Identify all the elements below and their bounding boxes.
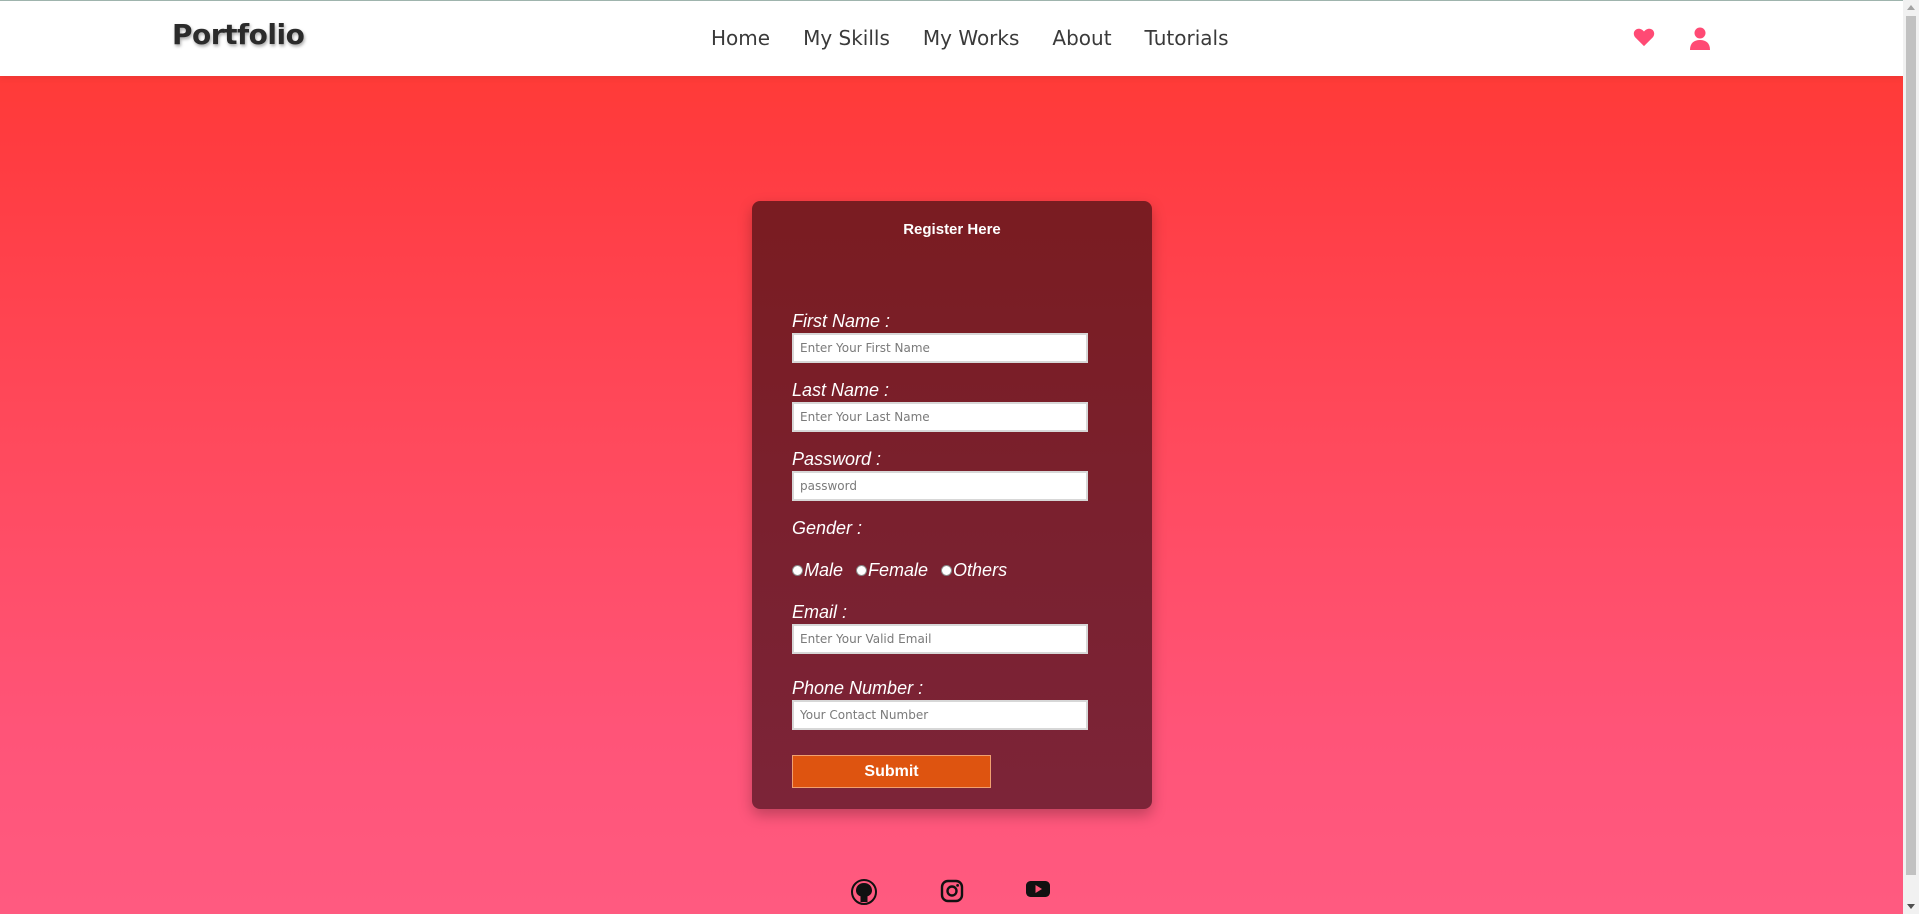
youtube-icon[interactable] (1025, 879, 1051, 904)
instagram-icon[interactable] (940, 879, 964, 908)
gender-radio-male[interactable]: Male (792, 560, 843, 581)
email-input[interactable] (792, 624, 1088, 654)
scroll-down-arrow-icon[interactable] (1907, 904, 1915, 909)
phone-input[interactable] (792, 700, 1088, 730)
last-name-label: Last Name : (792, 380, 890, 400)
gender-option-label: Female (868, 560, 929, 580)
password-input[interactable] (792, 471, 1088, 501)
phone-label: Phone Number : (792, 678, 924, 698)
radio-circle-icon[interactable] (792, 565, 803, 576)
gender-radio-female[interactable]: Female (856, 560, 928, 581)
first-name-input[interactable] (792, 333, 1088, 363)
site-logo[interactable]: Portfolio (172, 18, 305, 51)
navbar: Portfolio Home My Skills My Works About … (0, 0, 1903, 76)
first-name-label: First Name : (792, 311, 891, 331)
gender-option-label: Others (953, 560, 1008, 580)
last-name-input[interactable] (792, 402, 1088, 432)
github-icon[interactable] (851, 879, 877, 910)
gender-options: Male Female Others (792, 560, 1020, 581)
register-card: Register Here First Name : Last Name : P… (752, 201, 1152, 809)
nav-link-my-skills[interactable]: My Skills (803, 26, 890, 50)
heart-icon[interactable] (1633, 27, 1655, 52)
user-icon[interactable] (1690, 27, 1710, 55)
scroll-thumb[interactable] (1906, 16, 1916, 875)
email-label: Email : (792, 602, 848, 622)
nav-link-tutorials[interactable]: Tutorials (1145, 26, 1229, 50)
gender-radio-others[interactable]: Others (941, 560, 1007, 581)
nav-link-about[interactable]: About (1052, 26, 1111, 50)
form-title: Register Here (903, 221, 1001, 238)
nav-link-home[interactable]: Home (711, 26, 770, 50)
gender-label: Gender : (792, 518, 863, 538)
nav-links: Home My Skills My Works About Tutorials (711, 26, 1262, 50)
nav-link-my-works[interactable]: My Works (923, 26, 1020, 50)
radio-circle-icon[interactable] (856, 565, 868, 576)
radio-circle-icon[interactable] (941, 565, 953, 576)
password-label: Password : (792, 449, 882, 469)
scrollbar[interactable] (1903, 0, 1919, 914)
scroll-up-arrow-icon[interactable] (1907, 5, 1915, 10)
gender-option-label: Male (804, 560, 844, 580)
submit-button[interactable]: Submit (792, 755, 991, 788)
